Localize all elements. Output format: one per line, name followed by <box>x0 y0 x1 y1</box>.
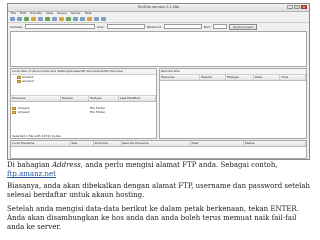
message-log[interactable] <box>10 31 307 67</box>
reconnect-icon[interactable] <box>80 17 85 21</box>
col-filesize[interactable]: Filesize <box>200 75 226 80</box>
folder-icon <box>17 75 21 79</box>
col-direction[interactable]: Direction <box>94 141 122 146</box>
process-queue-icon[interactable] <box>59 17 64 21</box>
compare-icon[interactable] <box>94 17 99 21</box>
col-filesize[interactable]: Filesize <box>61 96 89 101</box>
filter-icon[interactable] <box>87 17 92 21</box>
ftp-example-link[interactable]: ftp.amanz.net <box>7 170 56 178</box>
col-filename[interactable]: Filename <box>160 75 200 80</box>
disconnect-icon[interactable] <box>73 17 78 21</box>
col-status[interactable]: Status <box>244 141 306 146</box>
col-last-modified[interactable]: Last Modified <box>119 96 156 101</box>
address-term: Address <box>52 161 81 169</box>
folder-icon <box>17 79 21 83</box>
window-title: FileZilla version 2.2.26a <box>137 5 180 9</box>
site-manager-icon[interactable] <box>10 17 15 21</box>
remote-tree-icon[interactable] <box>45 17 50 21</box>
filezilla-screenshot: FileZilla version 2.2.26a _ □ × File Edi… <box>7 3 310 160</box>
col-date[interactable]: Date <box>254 75 280 80</box>
port-label: Port: <box>203 24 211 29</box>
toolbar <box>8 16 309 23</box>
user-label: User: <box>96 24 105 29</box>
address-input[interactable] <box>24 24 95 29</box>
col-size[interactable]: Size <box>70 141 94 146</box>
local-tree-icon[interactable] <box>38 17 43 21</box>
caption-paragraph-1: Di bahagian Address, anda perlu mengisi … <box>7 161 278 178</box>
cancel-icon[interactable] <box>66 17 71 21</box>
caption-paragraph-2: Biasanya, anda akan dibekalkan dengan al… <box>7 182 311 199</box>
password-label: Password: <box>146 24 162 29</box>
log-icon[interactable] <box>24 17 29 21</box>
queue-icon[interactable] <box>52 17 57 21</box>
help-icon[interactable] <box>101 17 106 21</box>
col-time[interactable]: Time <box>280 75 306 80</box>
tree-item[interactable]: Ameer2 <box>11 79 156 83</box>
remote-pane: Remote Site: Filename Filesize Filetype … <box>159 68 307 139</box>
col-host[interactable]: Host <box>191 141 244 146</box>
transfer-queue: Local Filename Size Direction Remote Fil… <box>10 140 307 159</box>
port-input[interactable] <box>212 24 227 29</box>
address-label: Address: <box>10 24 23 29</box>
close-button[interactable]: × <box>301 5 307 9</box>
maximize-button[interactable]: □ <box>294 5 300 9</box>
file-row[interactable]: Ameer2 File Folder <box>11 110 156 114</box>
col-local-filename[interactable]: Local Filename <box>11 141 71 146</box>
password-input[interactable] <box>163 24 202 29</box>
local-pane: Local Site: C:\Documents and Settings\Am… <box>10 68 157 139</box>
quickconnect-button[interactable]: Quickconnect <box>228 23 258 30</box>
caption-paragraph-3: Setelah anda mengisi data-data berikut k… <box>7 205 299 231</box>
col-filetype[interactable]: Filetype <box>226 75 254 80</box>
remote-file-header: Filename Filesize Filetype Date Time <box>160 75 306 81</box>
quickconnect-bar: Address: User: Password: Port: Quickconn… <box>8 23 309 30</box>
local-status: Selected 1 file with 10741 bytes. <box>12 134 62 138</box>
col-filetype[interactable]: Filetype <box>89 96 119 101</box>
minimize-button[interactable]: _ <box>287 5 293 9</box>
col-remote-filename[interactable]: Remote Filename <box>122 141 191 146</box>
refresh-icon[interactable] <box>17 17 22 21</box>
user-input[interactable] <box>106 24 145 29</box>
local-tree: Ameer1 Ameer2 <box>11 75 156 96</box>
folder-icon <box>12 110 16 114</box>
tree-icon[interactable] <box>31 17 36 21</box>
queue-header: Local Filename Size Direction Remote Fil… <box>11 141 306 147</box>
col-filename[interactable]: Filename <box>11 96 61 101</box>
